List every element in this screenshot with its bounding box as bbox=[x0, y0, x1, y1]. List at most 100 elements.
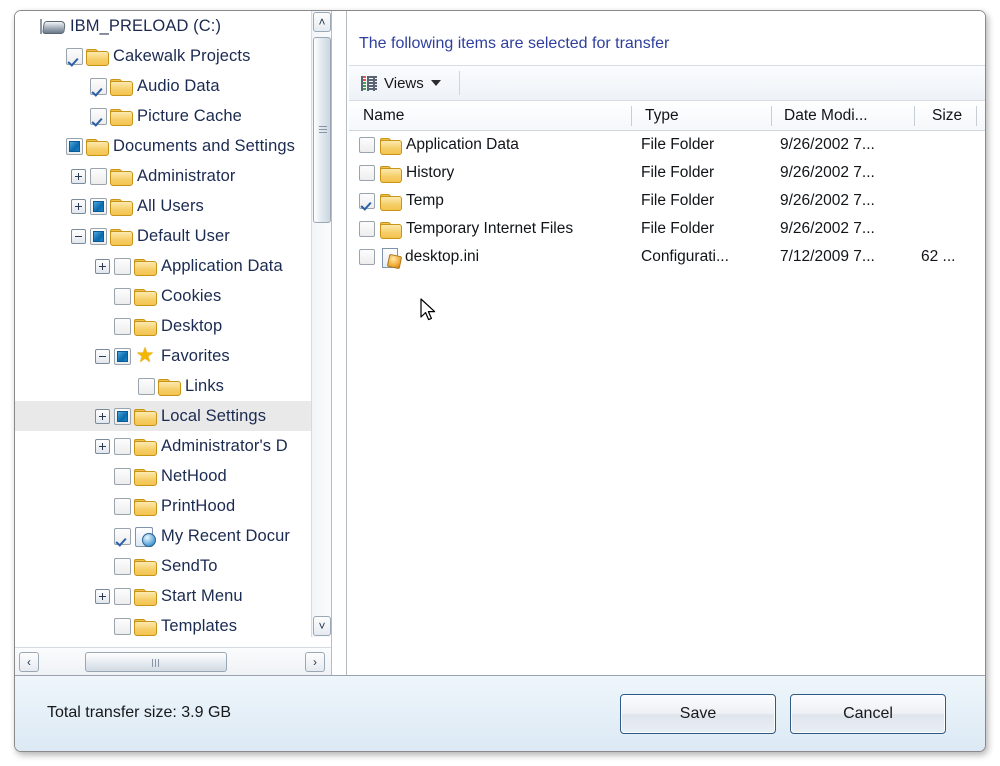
table-row[interactable]: Temporary Internet Files File Folder 9/26/… bbox=[349, 215, 985, 243]
tree-item[interactable]: Desktop bbox=[15, 311, 311, 341]
expand-icon[interactable] bbox=[95, 258, 110, 274]
tree-item[interactable]: Administrator bbox=[15, 161, 311, 191]
tree-item-checkbox[interactable] bbox=[114, 317, 131, 335]
collapse-icon[interactable] bbox=[71, 228, 86, 244]
tree-item-label: Desktop bbox=[161, 316, 223, 335]
table-row[interactable]: Temp File Folder 9/26/2002 7... bbox=[349, 187, 985, 215]
file-name-cell: History bbox=[359, 164, 455, 183]
column-divider[interactable] bbox=[771, 106, 772, 126]
tree-item[interactable]: Local Settings bbox=[15, 401, 311, 431]
tree-item[interactable]: Application Data bbox=[15, 251, 311, 281]
tree-item[interactable]: Administrator's D bbox=[15, 431, 311, 461]
views-button[interactable]: Views bbox=[355, 69, 449, 97]
horizontal-scroll-thumb[interactable] bbox=[85, 652, 227, 672]
table-row[interactable]: desktop.ini Configurati... 7/12/2009 7... 6… bbox=[349, 243, 985, 271]
tree-item-label: NetHood bbox=[161, 466, 227, 485]
table-row[interactable]: History File Folder 9/26/2002 7... bbox=[349, 159, 985, 187]
tree-item[interactable]: SendTo bbox=[15, 551, 311, 581]
file-checkbox[interactable] bbox=[359, 137, 375, 153]
file-checkbox[interactable] bbox=[359, 193, 375, 209]
tree-item-label: Audio Data bbox=[137, 76, 220, 95]
expand-icon[interactable] bbox=[71, 168, 86, 184]
tree-item[interactable]: ★ Favorites bbox=[15, 341, 311, 371]
collapse-icon[interactable] bbox=[95, 348, 110, 364]
scroll-left-button[interactable]: ‹ bbox=[19, 652, 39, 672]
column-divider[interactable] bbox=[631, 106, 632, 126]
tree-item-checkbox[interactable] bbox=[66, 137, 83, 155]
file-name-cell: Temporary Internet Files bbox=[359, 220, 573, 239]
file-name-cell: Application Data bbox=[359, 136, 519, 155]
tree-item[interactable]: NetHood bbox=[15, 461, 311, 491]
tree-item-checkbox[interactable] bbox=[114, 557, 131, 575]
tree-item-checkbox[interactable] bbox=[114, 287, 131, 305]
column-header-type[interactable]: Type bbox=[645, 101, 679, 131]
expand-icon[interactable] bbox=[71, 198, 86, 214]
column-divider[interactable] bbox=[914, 106, 915, 126]
folder-tree[interactable]: IBM_PRELOAD (C:) Cakewalk Projects Audio D… bbox=[15, 11, 311, 637]
tree-item[interactable]: Start Menu bbox=[15, 581, 311, 611]
save-button[interactable]: Save bbox=[620, 694, 776, 734]
file-list[interactable]: Application Data File Folder 9/26/2002 7..… bbox=[349, 131, 985, 675]
tree-item-checkbox[interactable] bbox=[138, 377, 155, 395]
tree-item-checkbox[interactable] bbox=[114, 437, 131, 455]
tree-item[interactable]: My Recent Docur bbox=[15, 521, 311, 551]
tree-item-checkbox[interactable] bbox=[90, 77, 107, 95]
tree-item-label: Cookies bbox=[161, 286, 222, 305]
column-divider[interactable] bbox=[976, 106, 977, 126]
file-type-cell: File Folder bbox=[641, 136, 715, 153]
tree-item[interactable]: Audio Data bbox=[15, 71, 311, 101]
tree-item[interactable]: Links bbox=[15, 371, 311, 401]
tree-item[interactable]: Templates bbox=[15, 611, 311, 637]
tree-item-checkbox[interactable] bbox=[90, 197, 107, 215]
tree-item[interactable]: Cookies bbox=[15, 281, 311, 311]
expand-icon[interactable] bbox=[95, 588, 110, 604]
chevron-down-icon[interactable] bbox=[430, 80, 441, 86]
tree-item-checkbox[interactable] bbox=[114, 407, 131, 425]
cancel-button[interactable]: Cancel bbox=[790, 694, 946, 734]
file-date-cell: 9/26/2002 7... bbox=[780, 136, 875, 153]
tree-item-label: PrintHood bbox=[161, 496, 236, 515]
column-header-date[interactable]: Date Modi... bbox=[784, 101, 868, 131]
tree-item-checkbox[interactable] bbox=[114, 617, 131, 635]
expand-icon[interactable] bbox=[95, 408, 110, 424]
tree-item[interactable]: Default User bbox=[15, 221, 311, 251]
tree-item-checkbox[interactable] bbox=[114, 347, 131, 365]
pane-splitter[interactable] bbox=[331, 11, 347, 675]
tree-item-checkbox[interactable] bbox=[114, 527, 131, 545]
scroll-up-button[interactable]: ˄ bbox=[313, 12, 331, 32]
file-checkbox[interactable] bbox=[359, 165, 375, 181]
tree-horizontal-scrollbar[interactable]: ‹ › bbox=[15, 647, 331, 675]
file-checkbox[interactable] bbox=[359, 221, 375, 237]
tree-item[interactable]: Cakewalk Projects bbox=[15, 41, 311, 71]
tree-item-checkbox[interactable] bbox=[114, 467, 131, 485]
tree-item-checkbox[interactable] bbox=[114, 587, 131, 605]
tree-item[interactable]: IBM_PRELOAD (C:) bbox=[15, 11, 311, 41]
tree-item[interactable]: Documents and Settings bbox=[15, 131, 311, 161]
tree-item-checkbox[interactable] bbox=[66, 47, 83, 65]
tree-item[interactable]: Picture Cache bbox=[15, 101, 311, 131]
tree-item-checkbox[interactable] bbox=[90, 107, 107, 125]
file-checkbox[interactable] bbox=[359, 249, 375, 265]
file-name-label: History bbox=[406, 164, 455, 181]
table-row[interactable]: Application Data File Folder 9/26/2002 7..… bbox=[349, 131, 985, 159]
file-name-label: desktop.ini bbox=[405, 248, 480, 265]
vertical-scroll-thumb[interactable] bbox=[313, 37, 331, 223]
tree-item[interactable]: PrintHood bbox=[15, 491, 311, 521]
folder-icon bbox=[134, 318, 157, 336]
tree-item-checkbox[interactable] bbox=[90, 227, 107, 245]
chevron-right-icon: › bbox=[313, 655, 317, 669]
tree-vertical-scrollbar[interactable]: ˄ ˅ bbox=[311, 11, 331, 637]
column-header-size[interactable]: Size bbox=[932, 101, 962, 131]
scroll-down-button[interactable]: ˅ bbox=[313, 616, 331, 636]
tree-item-checkbox[interactable] bbox=[90, 167, 107, 185]
expand-icon[interactable] bbox=[95, 438, 110, 454]
tree-item[interactable]: All Users bbox=[15, 191, 311, 221]
column-header-name[interactable]: Name bbox=[363, 101, 404, 131]
tree-item-checkbox[interactable] bbox=[114, 257, 131, 275]
tree-item-checkbox[interactable] bbox=[114, 497, 131, 515]
folder-icon bbox=[134, 258, 157, 276]
scroll-right-button[interactable]: › bbox=[305, 652, 325, 672]
folder-icon bbox=[134, 558, 157, 576]
